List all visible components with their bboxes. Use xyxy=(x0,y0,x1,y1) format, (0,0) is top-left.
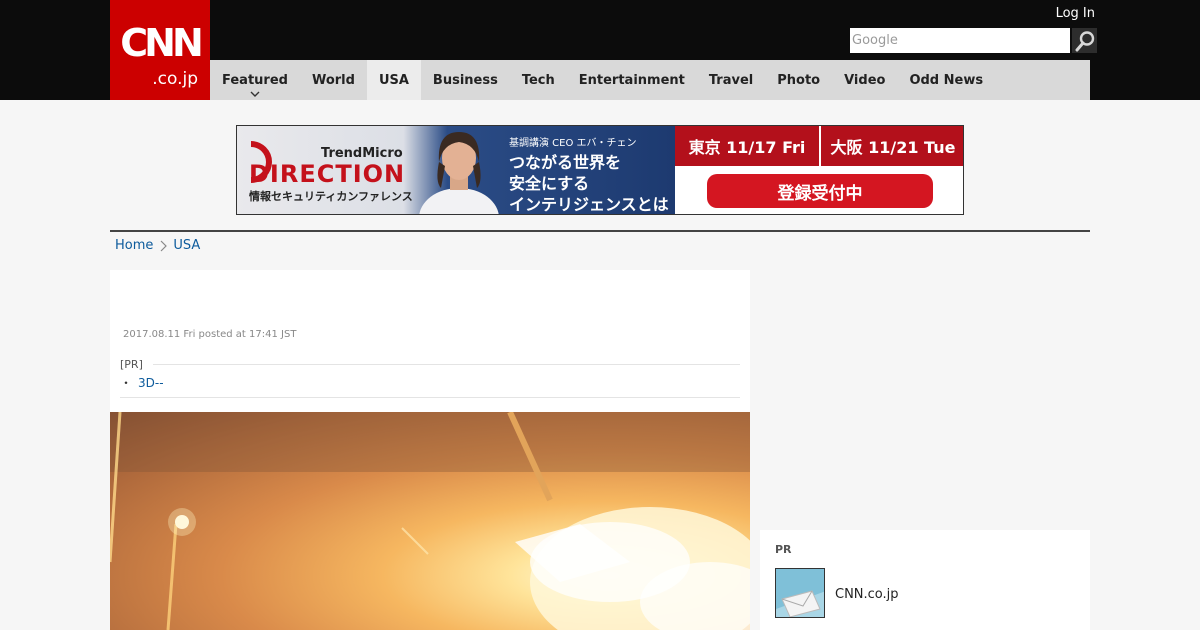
nav-item-label: Featured xyxy=(222,72,288,88)
sidebar-pr-thumbnail[interactable] xyxy=(775,568,825,618)
chevron-down-icon xyxy=(250,91,260,97)
nav-item-label: Travel xyxy=(708,72,754,88)
banner-right-panel: 東京 11/17 Fri 大阪 11/21 Tue 登録受付中 xyxy=(675,126,963,214)
nav-item-photo[interactable]: Photo xyxy=(765,60,832,100)
banner-headline: つながる世界を 安全にする インテリジェンスとは xyxy=(509,152,669,214)
breadcrumb-divider xyxy=(110,230,1090,232)
article-photo[interactable] xyxy=(110,412,750,630)
main-nav: Featured World USA Business Tech Enterta… xyxy=(210,60,1090,100)
cnn-logo[interactable]: CNN .co.jp xyxy=(110,0,210,100)
chevron-right-icon xyxy=(160,240,168,252)
login-link[interactable]: Log In xyxy=(1056,6,1095,21)
nav-item-usa[interactable]: USA xyxy=(366,60,421,100)
banner-brand: TrendMicro xyxy=(321,146,403,161)
nav-item-travel[interactable]: Travel xyxy=(697,60,765,100)
pr-divider xyxy=(120,397,740,398)
pr-label-row: [PR] xyxy=(120,358,740,371)
banner-headline-line: 安全にする xyxy=(509,174,590,193)
banner-title: DIRECTION xyxy=(249,160,406,188)
speaker-photo xyxy=(419,132,499,214)
logo-main-text: CNN xyxy=(120,21,204,65)
nav-item-entertainment[interactable]: Entertainment xyxy=(567,60,697,100)
banner-tokyo-date: 東京 11/17 Fri xyxy=(675,126,819,166)
sidebar-pr-link[interactable]: CNN.co.jp xyxy=(835,587,899,602)
banner-ad[interactable]: TrendMicro DIRECTION 情報セキュリティカンファレンス 基調講… xyxy=(236,125,964,215)
bullet-icon: ・ xyxy=(120,376,133,390)
nav-item-label: USA xyxy=(378,72,409,88)
nav-item-business[interactable]: Business xyxy=(421,60,510,100)
banner-register-button[interactable]: 登録受付中 xyxy=(707,174,933,208)
search-input[interactable] xyxy=(850,28,1070,53)
banner-subtitle: 情報セキュリティカンファレンス xyxy=(249,190,413,203)
nav-item-label: World xyxy=(311,72,355,88)
breadcrumb: Home USA xyxy=(115,238,200,253)
breadcrumb-current-link[interactable]: USA xyxy=(173,238,200,253)
banner-osaka-date: 大阪 11/21 Tue xyxy=(821,126,963,166)
sidebar-pr-label: PR xyxy=(775,543,792,556)
banner-left-panel: TrendMicro DIRECTION 情報セキュリティカンファレンス 基調講… xyxy=(237,126,675,214)
pr-link-text: 3D-- xyxy=(138,376,164,390)
breadcrumb-home-link[interactable]: Home xyxy=(115,238,153,253)
sidebar-pr-widget: PR CNN.co.jp xyxy=(760,530,1090,630)
nav-item-tech[interactable]: Tech xyxy=(510,60,567,100)
nav-item-label: Business xyxy=(432,72,498,88)
pr-link-item[interactable]: ・ 3D-- xyxy=(120,374,740,391)
pr-divider xyxy=(152,364,740,365)
nav-item-label: Video xyxy=(844,72,886,88)
nav-item-odd-news[interactable]: Odd News xyxy=(897,60,995,100)
search-button[interactable] xyxy=(1072,28,1097,53)
logo-sub-text: .co.jp xyxy=(152,69,198,89)
nav-item-world[interactable]: World xyxy=(300,60,367,100)
banner-headline-line: つながる世界を xyxy=(509,153,622,172)
search-icon xyxy=(1075,30,1094,51)
article-card: 2017.08.11 Fri posted at 17:41 JST [PR] … xyxy=(110,270,750,630)
nav-item-video[interactable]: Video xyxy=(832,60,897,100)
pr-label: [PR] xyxy=(120,358,143,371)
mail-envelope-icon xyxy=(776,569,824,617)
nav-item-label: Photo xyxy=(777,72,821,88)
nav-item-label: Tech xyxy=(521,72,555,88)
nav-item-label: Odd News xyxy=(909,72,984,88)
nav-item-featured[interactable]: Featured xyxy=(210,60,300,100)
pr-block: [PR] ・ 3D-- xyxy=(120,358,740,398)
nav-item-label: Entertainment xyxy=(578,72,685,88)
search-box xyxy=(850,28,1097,53)
banner-keynote: 基調講演 CEO エバ・チェン xyxy=(509,138,637,149)
banner-headline-line: インテリジェンスとは xyxy=(509,195,669,214)
missile-launch-image xyxy=(110,412,750,630)
article-date: 2017.08.11 Fri posted at 17:41 JST xyxy=(123,329,297,340)
